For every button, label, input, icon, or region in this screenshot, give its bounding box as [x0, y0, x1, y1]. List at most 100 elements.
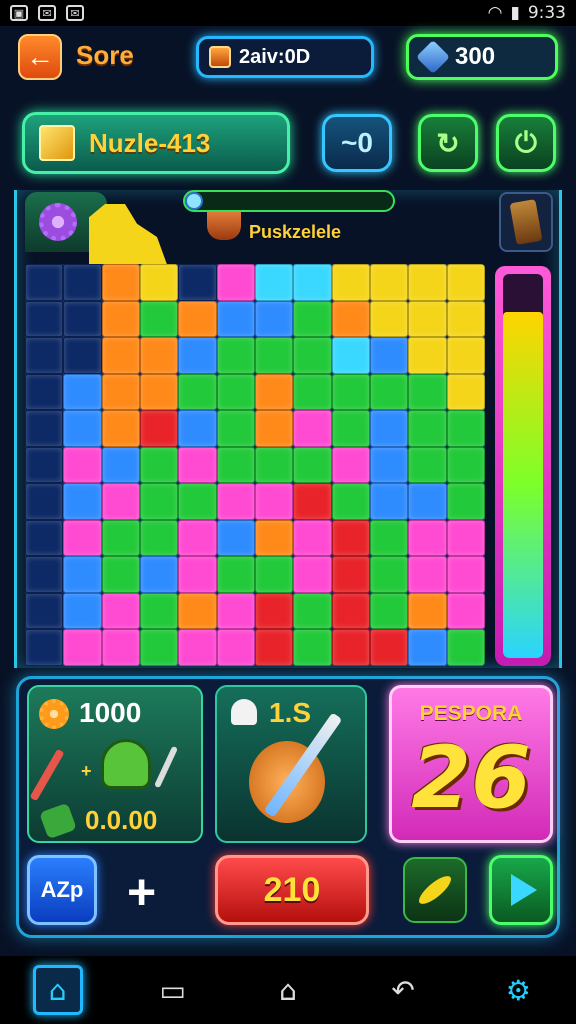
puzzle-piece[interactable] [63, 592, 102, 630]
puzzle-piece[interactable] [216, 264, 255, 301]
puzzle-piece[interactable] [25, 337, 64, 374]
puzzle-piece[interactable] [369, 483, 409, 520]
puzzle-piece[interactable] [25, 592, 64, 630]
counter-button[interactable]: ~0 [322, 114, 392, 172]
puzzle-piece[interactable] [178, 373, 217, 411]
home-outline-icon[interactable]: ⌂ [263, 965, 313, 1015]
puzzle-piece[interactable] [178, 337, 217, 374]
puzzle-piece[interactable] [101, 264, 140, 301]
puzzle-piece[interactable] [293, 519, 332, 557]
azp-button[interactable]: AZp [27, 855, 97, 925]
puzzle-piece[interactable] [63, 556, 102, 593]
puzzle-piece[interactable] [331, 629, 370, 666]
puzzle-piece[interactable] [63, 519, 102, 557]
puzzle-piece[interactable] [178, 592, 217, 630]
back-button[interactable]: ← [18, 34, 62, 80]
puzzle-piece[interactable] [63, 337, 102, 374]
puzzle-piece[interactable] [139, 629, 179, 666]
puzzle-piece[interactable] [25, 519, 64, 557]
puzzle-piece[interactable] [408, 410, 447, 447]
puzzle-piece[interactable] [331, 446, 370, 484]
puzzle-piece[interactable] [25, 373, 64, 411]
puzzle-piece[interactable] [446, 337, 485, 374]
puzzle-piece[interactable] [331, 373, 370, 411]
puzzle-piece[interactable] [101, 483, 140, 520]
leaf-button[interactable] [403, 857, 467, 923]
puzzle-piece[interactable] [25, 446, 64, 484]
tool-button[interactable] [499, 192, 553, 252]
puzzle-piece[interactable] [216, 483, 255, 520]
puzzle-piece[interactable] [408, 300, 447, 338]
puzzle-piece[interactable] [446, 592, 485, 630]
puzzle-piece[interactable] [446, 373, 485, 411]
puzzle-piece[interactable] [63, 483, 102, 520]
puzzle-piece[interactable] [178, 519, 217, 557]
puzzle-piece[interactable] [369, 264, 409, 301]
puzzle-piece[interactable] [139, 264, 179, 301]
puzzle-piece[interactable] [254, 519, 294, 557]
puzzle-piece[interactable] [446, 446, 485, 484]
puzzle-piece[interactable] [254, 300, 294, 338]
puzzle-piece[interactable] [446, 519, 485, 557]
puzzle-piece[interactable] [408, 264, 447, 301]
puzzle-piece[interactable] [408, 556, 447, 593]
puzzle-piece[interactable] [101, 519, 140, 557]
inventory-card[interactable]: 1000 + 0.0.00 [27, 685, 203, 843]
puzzle-piece[interactable] [178, 556, 217, 593]
puzzle-piece[interactable] [293, 446, 332, 484]
puzzle-piece[interactable] [293, 300, 332, 338]
puzzle-piece[interactable] [139, 446, 179, 484]
puzzle-piece[interactable] [101, 629, 140, 666]
puzzle-piece[interactable] [293, 410, 332, 447]
puzzle-piece[interactable] [331, 410, 370, 447]
puzzle-piece[interactable] [63, 629, 102, 666]
puzzle-piece[interactable] [139, 337, 179, 374]
puzzle-piece[interactable] [331, 483, 370, 520]
puzzle-piece[interactable] [63, 410, 102, 447]
puzzle-piece[interactable] [178, 410, 217, 447]
puzzle-piece[interactable] [254, 556, 294, 593]
puzzle-piece[interactable] [25, 410, 64, 447]
tool-card[interactable]: 1.S [215, 685, 367, 843]
puzzle-piece[interactable] [25, 264, 64, 301]
puzzle-piece[interactable] [101, 300, 140, 338]
puzzle-piece[interactable] [101, 556, 140, 593]
puzzle-piece[interactable] [178, 446, 217, 484]
puzzle-piece[interactable] [254, 373, 294, 411]
puzzle-piece[interactable] [293, 373, 332, 411]
puzzle-piece[interactable] [139, 300, 179, 338]
puzzle-piece[interactable] [446, 300, 485, 338]
power-button[interactable]: ⏻ [496, 114, 556, 172]
puzzle-piece[interactable] [101, 373, 140, 411]
main-action-button[interactable]: 210 [215, 855, 369, 925]
puzzle-piece[interactable] [331, 264, 370, 301]
puzzle-piece[interactable] [139, 410, 179, 447]
puzzle-piece[interactable] [216, 446, 255, 484]
puzzle-piece[interactable] [369, 592, 409, 630]
puzzle-piece[interactable] [25, 483, 64, 520]
gem-counter[interactable]: 300 [406, 34, 558, 80]
puzzle-piece[interactable] [369, 519, 409, 557]
puzzle-piece[interactable] [369, 556, 409, 593]
puzzle-piece[interactable] [139, 592, 179, 630]
puzzle-piece[interactable] [178, 629, 217, 666]
puzzle-piece[interactable] [408, 337, 447, 374]
redo-button[interactable]: ↻ [418, 114, 478, 172]
puzzle-piece[interactable] [254, 264, 294, 301]
puzzle-piece[interactable] [446, 556, 485, 593]
puzzle-piece[interactable] [446, 264, 485, 301]
puzzle-piece[interactable] [25, 556, 64, 593]
puzzle-piece[interactable] [369, 300, 409, 338]
settings-icon[interactable]: ⚙ [493, 965, 543, 1015]
puzzle-piece[interactable] [408, 373, 447, 411]
puzzle-piece[interactable] [216, 629, 255, 666]
puzzle-piece[interactable] [331, 592, 370, 630]
puzzle-piece[interactable] [254, 446, 294, 484]
puzzle-piece[interactable] [139, 373, 179, 411]
puzzle-piece[interactable] [139, 556, 179, 593]
puzzle-piece[interactable] [216, 519, 255, 557]
puzzle-piece[interactable] [369, 410, 409, 447]
puzzle-piece[interactable] [254, 483, 294, 520]
back-icon[interactable]: ↶ [378, 965, 428, 1015]
recent-apps-icon[interactable]: ▭ [148, 965, 198, 1015]
